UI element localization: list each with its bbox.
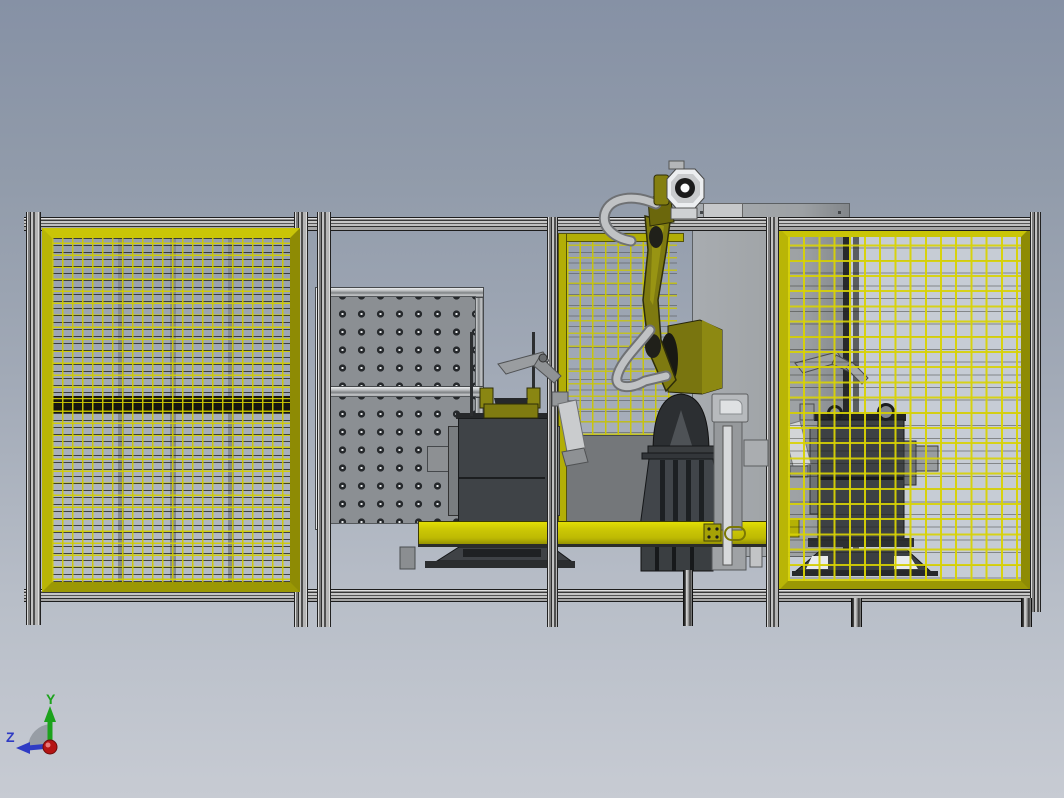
cylinder-flange (561, 447, 589, 467)
z-axis-arrowhead (16, 742, 30, 754)
guide-rod (470, 332, 473, 416)
robot-and-fixtures[interactable] (0, 0, 1064, 798)
bolt (715, 527, 719, 531)
y-axis-label: Y (46, 694, 56, 707)
robot-joint-disc (649, 226, 663, 248)
robot-base-facet (702, 320, 722, 394)
origin-highlight (45, 742, 51, 748)
cad-viewport[interactable]: Y Z (0, 0, 1064, 798)
beam-bolt-plate (703, 523, 722, 542)
actuator-notch (719, 399, 743, 415)
bolt (715, 535, 719, 539)
z-axis-label: Z (6, 729, 15, 745)
actuator-slide-bar[interactable] (722, 425, 733, 566)
origin-sphere (42, 739, 58, 755)
feeder-hole (680, 183, 690, 193)
orientation-triad[interactable]: Y Z (4, 694, 104, 794)
fixture-base (483, 403, 539, 419)
actuator-side-block (743, 439, 769, 467)
y-axis-arrowhead (44, 706, 56, 722)
feeder-cap (668, 160, 685, 170)
bolt (707, 527, 711, 531)
bolt (707, 535, 711, 539)
feeder-neck (670, 207, 698, 220)
clamp-pivot (538, 353, 548, 363)
